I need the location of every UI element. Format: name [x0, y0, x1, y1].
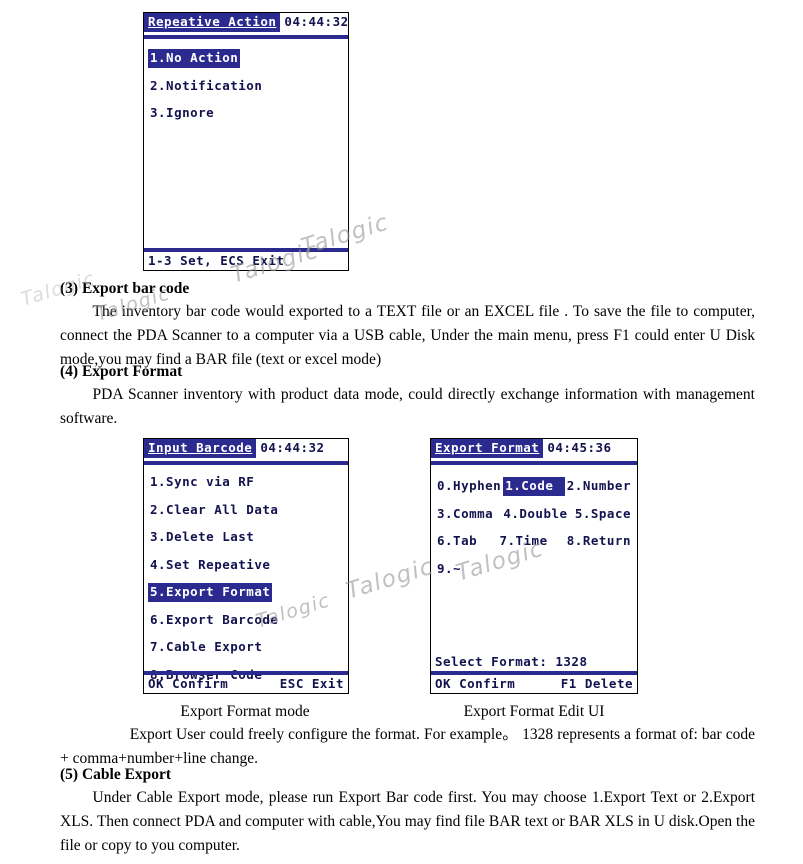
pda-footer: OK Confirm ESC Exit: [144, 675, 348, 694]
footer-hint-right: F1 Delete: [560, 675, 633, 691]
option-row: 3.Comma 4.Double 5.Space: [435, 505, 633, 524]
paragraph-export-bar-code: The inventory bar code would exported to…: [60, 303, 755, 369]
option-row: 9.~: [435, 560, 633, 579]
caption-export-format-mode: Export Format mode: [180, 703, 310, 720]
pda-clock: 04:44:32: [284, 14, 349, 30]
footer-hint-left: OK Confirm: [435, 675, 516, 691]
watermark: Talogic: [343, 553, 438, 605]
menu-item-delete-last[interactable]: 3.Delete Last: [148, 528, 256, 547]
list-item[interactable]: 2.Clear All Data: [148, 501, 344, 529]
pda-footer: 1-3 Set, ECS Exit: [144, 252, 348, 271]
paragraph-export-format-note: Export User could freely configure the f…: [60, 726, 755, 768]
selected-format-status: Select Format: 1328: [435, 654, 588, 669]
pda-footer-area: OK Confirm ESC Exit: [144, 670, 348, 694]
pda-screen-title: Input Barcode: [144, 439, 257, 458]
menu-item-no-action[interactable]: 1.No Action: [148, 49, 241, 68]
format-option-hyphen[interactable]: 0.Hyphen: [435, 477, 503, 496]
pda-screen-title: Export Format: [431, 439, 544, 458]
menu-item-clear-all-data[interactable]: 2.Clear All Data: [148, 501, 280, 520]
pda-footer: OK Confirm F1 Delete: [431, 675, 637, 694]
format-option-comma[interactable]: 3.Comma: [435, 505, 501, 524]
format-option-space[interactable]: 5.Space: [573, 505, 633, 524]
menu-item-set-repeative[interactable]: 4.Set Repeative: [148, 556, 272, 575]
heading-export-bar-code: (3) Export bar code: [60, 280, 190, 297]
pda-screen-input-barcode: Input Barcode 04:44:32 1.Sync via RF 2.C…: [143, 438, 349, 694]
footer-hint-left: OK Confirm: [148, 675, 229, 691]
caption-export-format-edit-ui: Export Format Edit UI: [463, 703, 605, 720]
format-option-tab[interactable]: 6.Tab: [435, 532, 497, 551]
list-item[interactable]: 2.Notification: [148, 77, 344, 105]
list-item[interactable]: 5.Export Format: [148, 583, 344, 611]
menu-item-ignore[interactable]: 3.Ignore: [148, 104, 216, 123]
menu-item-notification[interactable]: 2.Notification: [148, 77, 264, 96]
pda-menu-list: 1.Sync via RF 2.Clear All Data 3.Delete …: [144, 465, 348, 684]
menu-item-cable-export[interactable]: 7.Cable Export: [148, 638, 264, 657]
heading-cable-export: (5) Cable Export: [60, 766, 172, 783]
option-row: 0.Hyphen 1.Code 2.Number: [435, 477, 633, 496]
list-item[interactable]: 6.Export Barcode: [148, 611, 344, 639]
list-item[interactable]: 1.Sync via RF: [148, 473, 344, 501]
format-option-tilde[interactable]: 9.~: [435, 560, 511, 579]
footer-hint-right: ESC Exit: [279, 675, 344, 691]
pda-menu-list: 1.No Action 2.Notification 3.Ignore: [144, 39, 348, 132]
pda-footer-area: Select Format: 1328 OK Confirm F1 Delete: [431, 654, 637, 693]
format-option-double[interactable]: 4.Double: [501, 505, 573, 524]
pda-format-option-grid: 0.Hyphen 1.Code 2.Number 3.Comma 4.Doubl…: [431, 465, 637, 578]
list-item[interactable]: 3.Ignore: [148, 104, 344, 132]
footer-hint-left: 1-3 Set, ECS Exit: [148, 252, 285, 268]
heading-export-format: (4) Export Format: [60, 363, 183, 380]
format-option-number[interactable]: 2.Number: [565, 477, 633, 496]
list-item[interactable]: 4.Set Repeative: [148, 556, 344, 584]
pda-titlebar: Export Format 04:45:36: [431, 439, 637, 459]
list-item[interactable]: 7.Cable Export: [148, 638, 344, 666]
menu-item-export-barcode[interactable]: 6.Export Barcode: [148, 611, 280, 630]
format-option-code[interactable]: 1.Code: [503, 477, 565, 496]
list-item[interactable]: 3.Delete Last: [148, 528, 344, 556]
option-row: 6.Tab 7.Time 8.Return: [435, 532, 633, 551]
paragraph-cable-export: Under Cable Export mode, please run Expo…: [60, 789, 755, 855]
pda-footer-area: 1-3 Set, ECS Exit: [144, 247, 348, 271]
pda-clock: 04:45:36: [547, 440, 612, 456]
pda-screen-repeative-action: Repeative Action 04:44:32 1.No Action 2.…: [143, 12, 349, 271]
pda-clock: 04:44:32: [260, 440, 325, 456]
format-option-time[interactable]: 7.Time: [497, 532, 564, 551]
pda-titlebar: Repeative Action 04:44:32: [144, 13, 348, 33]
format-option-return[interactable]: 8.Return: [565, 532, 633, 551]
pda-titlebar: Input Barcode 04:44:32: [144, 439, 348, 459]
menu-item-export-format[interactable]: 5.Export Format: [148, 583, 273, 602]
paragraph-export-format: PDA Scanner inventory with product data …: [60, 386, 755, 428]
pda-screen-export-format: Export Format 04:45:36 0.Hyphen 1.Code 2…: [430, 438, 638, 694]
menu-item-sync-via-rf[interactable]: 1.Sync via RF: [148, 473, 256, 492]
pda-screen-title: Repeative Action: [144, 13, 281, 32]
list-item[interactable]: 1.No Action: [148, 49, 344, 77]
